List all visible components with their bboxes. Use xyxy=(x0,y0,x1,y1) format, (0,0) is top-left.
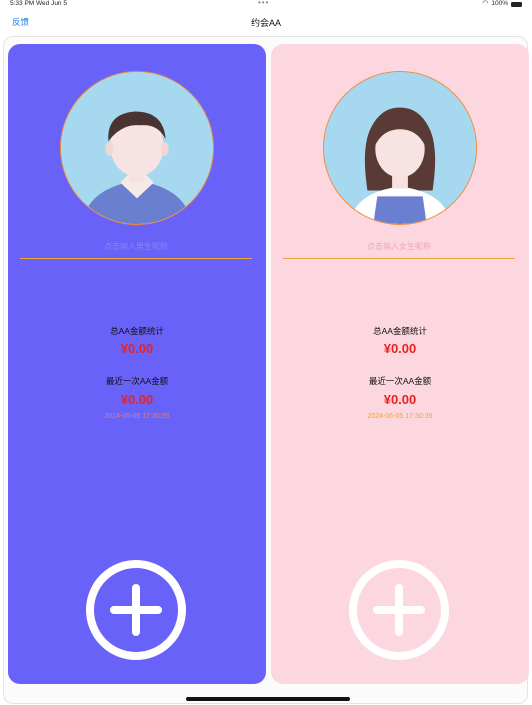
boy-avatar-icon[interactable] xyxy=(60,71,214,225)
female-nickname-input[interactable] xyxy=(283,234,515,259)
status-time: 5:33 PM Wed Jun 5 xyxy=(10,0,67,7)
female-recent-amount: ¥0.00 xyxy=(383,392,417,407)
male-panel: 总AA金额统计 ¥0.00 最近一次AA金额 ¥0.00 2024-06-05 … xyxy=(8,44,266,684)
male-recent-timestamp: 2024-06-05 17:30:35 xyxy=(104,413,170,420)
male-add-button[interactable] xyxy=(84,558,188,662)
multitasking-dots[interactable]: ••• xyxy=(258,0,269,7)
wifi-icon: ◠ xyxy=(482,0,489,7)
plus-circle-icon xyxy=(349,560,449,660)
home-indicator[interactable] xyxy=(186,697,350,701)
battery-percent: 100% xyxy=(491,0,508,7)
female-panel: 总AA金额统计 ¥0.00 最近一次AA金额 ¥0.00 2024-06-05 … xyxy=(271,44,529,684)
male-total-amount: ¥0.00 xyxy=(120,341,154,356)
male-recent-amount: ¥0.00 xyxy=(120,392,154,407)
male-nickname-input[interactable] xyxy=(20,234,252,259)
female-recent-timestamp: 2024-06-05 17:30:35 xyxy=(367,413,433,420)
status-bar: 5:33 PM Wed Jun 5 ••• ◠ 100% xyxy=(0,0,532,10)
plus-circle-icon xyxy=(86,560,186,660)
page-title: 约会AA xyxy=(250,18,281,28)
female-total-amount: ¥0.00 xyxy=(383,341,417,356)
male-total-label: 总AA金额统计 xyxy=(110,326,164,336)
navigation-bar: 反馈 约会AA xyxy=(0,10,532,34)
female-total-label: 总AA金额统计 xyxy=(373,326,427,336)
male-recent-label: 最近一次AA金额 xyxy=(105,376,169,386)
female-add-button[interactable] xyxy=(347,558,451,662)
girl-avatar-icon[interactable] xyxy=(323,71,477,225)
girl-avatar-illustration xyxy=(324,72,476,224)
battery-icon xyxy=(511,1,522,7)
female-recent-label: 最近一次AA金额 xyxy=(368,376,432,386)
status-right: ◠ 100% xyxy=(482,0,522,8)
boy-avatar-illustration xyxy=(61,72,213,224)
